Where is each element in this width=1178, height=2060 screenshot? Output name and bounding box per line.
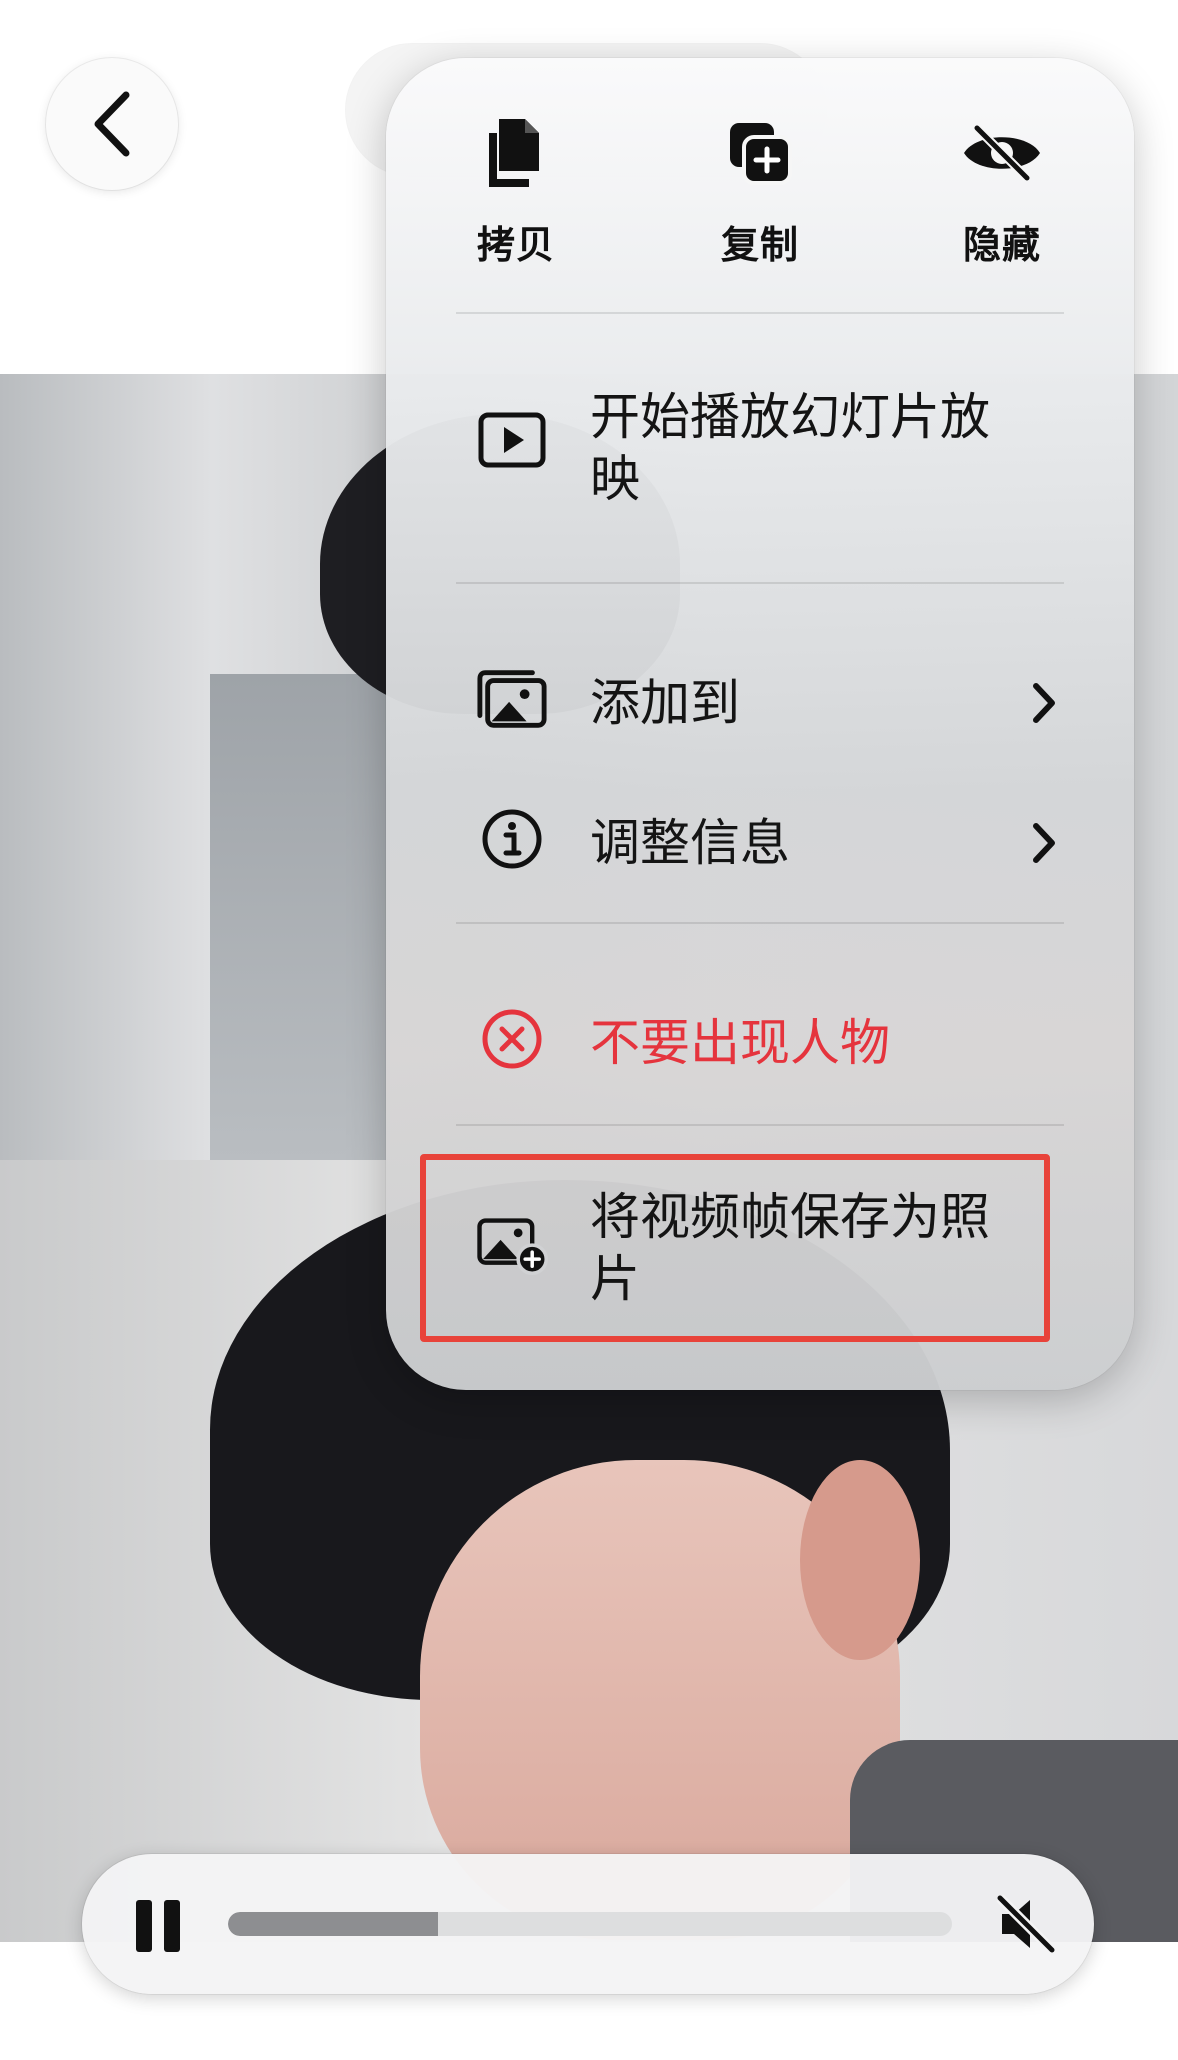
duplicate-icon [730,123,792,185]
ear-shape [800,1460,920,1660]
menu-divider [456,1124,1064,1126]
menu-item-adjust-info[interactable]: 调整信息 [386,778,1134,908]
menu-item-slideshow[interactable]: 开始播放幻灯片放映 [386,314,1134,584]
info-icon [482,809,542,869]
duplicate-button[interactable]: 复制 [660,108,860,269]
menu-item-add-to[interactable]: 添加到 [386,638,1134,768]
play-rectangle-icon [478,412,546,468]
chevron-right-icon [1033,823,1055,863]
copy-label: 拷贝 [476,223,555,267]
menu-item-label: 不要出现人物 [590,1014,890,1072]
progress-scrubber[interactable] [228,1912,952,1936]
menu-divider [456,922,1064,924]
photo-stack-icon [477,670,547,728]
menu-item-label: 开始播放幻灯片放映 [590,388,990,508]
menu-divider [456,582,1064,584]
copy-button[interactable]: 拷贝 [416,108,616,269]
menu-item-label: 调整信息 [590,814,790,872]
quick-actions-row: 拷贝 复制 隐藏 [386,58,1134,312]
hide-button[interactable]: 隐藏 [902,108,1102,269]
mute-button[interactable] [986,1884,1066,1964]
pause-button[interactable] [132,1890,188,1958]
speaker-slash-icon [996,1894,1056,1954]
window-frame-shape [210,674,390,1160]
pause-icon-bar [164,1900,180,1952]
x-circle-icon [482,1009,542,1069]
chevron-right-icon [1033,683,1055,723]
progress-fill [228,1912,438,1936]
highlight-box [420,1154,1050,1342]
duplicate-label: 复制 [720,223,799,267]
pause-icon [136,1900,152,1952]
chevron-left-icon [94,91,130,157]
hide-label: 隐藏 [962,223,1041,267]
copy-icon [489,119,539,187]
menu-item-hide-person[interactable]: 不要出现人物 [386,978,1134,1108]
back-button[interactable] [46,58,178,190]
video-controls [82,1854,1094,1994]
menu-item-label: 添加到 [590,674,740,732]
eye-slash-icon [964,124,1040,182]
